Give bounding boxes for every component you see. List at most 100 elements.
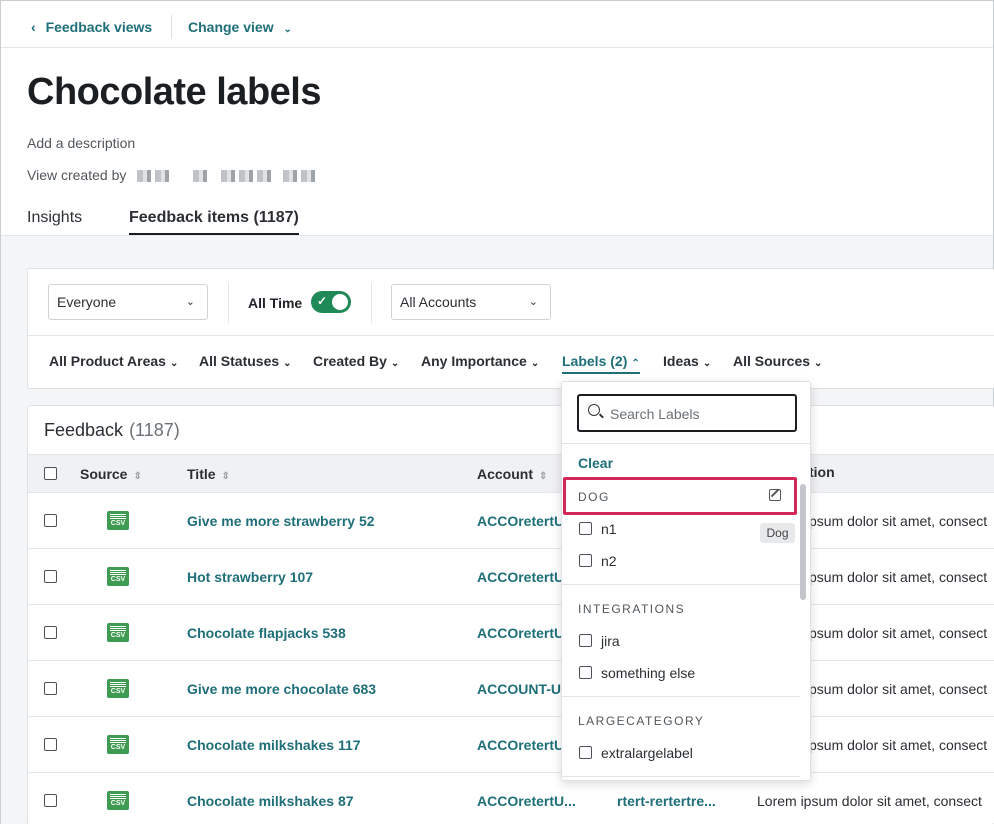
row-title-link[interactable]: Hot strawberry 107 — [187, 569, 313, 585]
chevron-down-icon: ⌄ — [185, 296, 195, 308]
row-title-link[interactable]: Give me more chocolate 683 — [187, 681, 376, 697]
back-link-label: Feedback views — [45, 19, 153, 35]
chevron-down-icon: ⌄ — [702, 358, 712, 369]
csv-source-icon: CSV — [107, 679, 129, 698]
row-checkbox[interactable] — [44, 682, 57, 695]
feedback-count: (1187) — [129, 420, 180, 440]
label-item-jira[interactable]: jira — [601, 633, 620, 649]
highlight-box — [563, 477, 797, 515]
row-description: psum dolor sit amet, consect — [809, 625, 988, 641]
label-checkbox-extralargelabel[interactable] — [579, 746, 592, 759]
accounts-select-value: All Accounts — [400, 294, 477, 310]
row-secondary-link[interactable]: rtert-rertertre... — [617, 793, 716, 809]
filter-label: Any Importance — [421, 353, 527, 369]
filter-label: Created By — [313, 353, 387, 369]
people-select[interactable]: Everyone ⌄ — [48, 284, 208, 320]
row-checkbox[interactable] — [44, 738, 57, 751]
chevron-down-icon: ⌄ — [530, 358, 540, 369]
divider — [371, 283, 372, 323]
all-time-toggle[interactable]: ✓ — [311, 291, 351, 313]
clear-labels-button[interactable]: Clear — [578, 455, 613, 471]
filter-label: Labels (2) — [562, 353, 628, 369]
tooltip: Dog — [760, 523, 795, 543]
label-checkbox-n1[interactable] — [579, 522, 592, 535]
feedback-heading: Feedback (1187) — [44, 420, 180, 441]
row-account-link[interactable]: ACCOretertU — [477, 625, 564, 641]
filter-label: All Product Areas — [49, 353, 166, 369]
csv-source-icon: CSV — [107, 623, 129, 642]
column-source[interactable]: Source ⇕ — [80, 466, 142, 482]
filter-label: Ideas — [663, 353, 699, 369]
dropdown-scrollbar[interactable] — [800, 484, 806, 600]
add-description-link[interactable]: Add a description — [27, 135, 135, 151]
change-view-label: Change view — [188, 19, 274, 35]
row-account-link[interactable]: ACCOretertU — [477, 513, 564, 529]
row-description: psum dolor sit amet, consect — [809, 513, 988, 529]
csv-source-icon: CSV — [107, 791, 129, 810]
label-item-something-else[interactable]: something else — [601, 665, 695, 681]
sort-icon: ⇕ — [133, 471, 142, 482]
csv-source-icon: CSV — [107, 567, 129, 586]
chevron-left-icon: ‹ — [31, 19, 36, 35]
row-checkbox[interactable] — [44, 514, 57, 527]
search-placeholder: Search Labels — [610, 406, 700, 422]
created-by-label: View created by — [27, 167, 127, 183]
change-view-dropdown[interactable]: Change view ⌄ — [188, 19, 292, 35]
chevron-down-icon: ⌄ — [283, 358, 292, 369]
filter-labels[interactable]: Labels (2) ⌃ — [562, 353, 640, 374]
label-checkbox-jira[interactable] — [579, 634, 592, 647]
tab-insights[interactable]: Insights — [27, 209, 82, 227]
back-to-feedback-views-link[interactable]: ‹ Feedback views — [31, 19, 152, 35]
filter-ideas[interactable]: Ideas ⌄ — [663, 353, 711, 369]
row-divider — [28, 660, 994, 661]
row-account-link[interactable]: ACCOretertU — [477, 569, 564, 585]
chevron-down-icon: ⌄ — [528, 296, 538, 308]
people-select-value: Everyone — [57, 294, 117, 310]
row-title-link[interactable]: Give me more strawberry 52 — [187, 513, 375, 529]
label-item-n1[interactable]: n1 — [601, 521, 617, 537]
accounts-select[interactable]: All Accounts ⌄ — [391, 284, 551, 320]
row-title-link[interactable]: Chocolate milkshakes 87 — [187, 793, 354, 809]
row-title-link[interactable]: Chocolate milkshakes 117 — [187, 737, 361, 753]
redacted-name — [137, 170, 173, 182]
row-account-link[interactable]: ACCOretertU — [477, 737, 564, 753]
select-all-checkbox[interactable] — [44, 467, 57, 480]
column-account[interactable]: Account ⇕ — [477, 466, 547, 482]
csv-source-icon: CSV — [107, 511, 129, 530]
filter-product-areas[interactable]: All Product Areas ⌄ — [49, 353, 178, 369]
filter-importance[interactable]: Any Importance ⌄ — [421, 353, 539, 369]
row-title-link[interactable]: Chocolate flapjacks 538 — [187, 625, 346, 641]
label-checkbox-something-else[interactable] — [579, 666, 592, 679]
labels-dropdown: Search Labels Clear DOG n1 n2 INTEGRATIO… — [561, 381, 811, 781]
filter-label: All Statuses — [199, 353, 280, 369]
filter-statuses[interactable]: All Statuses ⌄ — [199, 353, 292, 369]
column-label: Account — [477, 466, 533, 482]
column-title[interactable]: Title ⇕ — [187, 466, 230, 482]
page-title: Chocolate labels — [27, 71, 321, 113]
group-divider — [562, 584, 800, 585]
label-checkbox-n2[interactable] — [579, 554, 592, 567]
row-account-link[interactable]: ACCOretertU... — [477, 793, 576, 809]
label-item-extralargelabel[interactable]: extralargelabel — [601, 745, 693, 761]
row-divider — [28, 716, 994, 717]
check-icon: ✓ — [317, 294, 328, 308]
divider — [228, 283, 229, 323]
row-divider — [28, 604, 994, 605]
row-checkbox[interactable] — [44, 626, 57, 639]
filter-created-by[interactable]: Created By ⌄ — [313, 353, 399, 369]
all-time-label: All Time — [248, 295, 303, 311]
row-checkbox[interactable] — [44, 794, 57, 807]
row-checkbox[interactable] — [44, 570, 57, 583]
edit-icon[interactable] — [769, 489, 781, 501]
group-divider — [562, 696, 800, 697]
search-labels-input[interactable]: Search Labels — [577, 394, 797, 432]
row-description: psum dolor sit amet, consect — [809, 737, 988, 753]
csv-source-icon: CSV — [107, 735, 129, 754]
column-description[interactable]: tion — [809, 464, 835, 480]
label-item-n2[interactable]: n2 — [601, 553, 617, 569]
row-account-link[interactable]: ACCOUNT-U — [477, 681, 561, 697]
filter-sources[interactable]: All Sources ⌄ — [733, 353, 822, 369]
toggle-knob — [332, 294, 348, 310]
row-description: psum dolor sit amet, consect — [809, 681, 988, 697]
tab-feedback-items[interactable]: Feedback items (1187) — [129, 209, 299, 235]
